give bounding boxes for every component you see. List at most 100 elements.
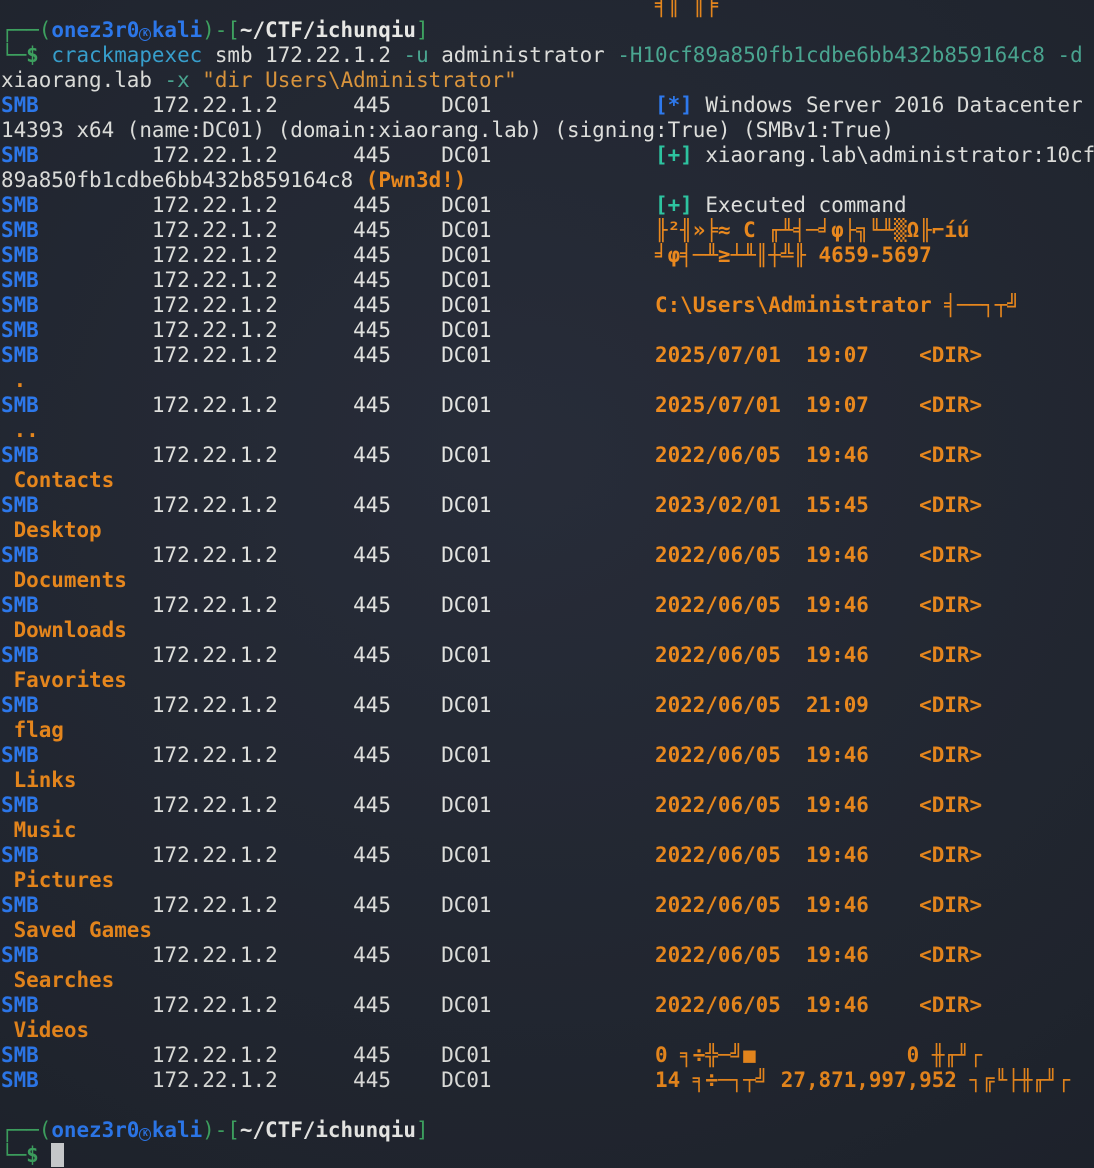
text-segment: .. <box>1 418 39 442</box>
text-segment: 172.22.1.2 445 DC01 <box>39 218 655 242</box>
text-segment: 172.22.1.2 445 DC01 <box>39 443 655 467</box>
protocol-label: SMB <box>1 93 39 117</box>
terminal-line: SMB 172.22.1.2 445 DC01 2025/07/01 19:07… <box>1 343 1094 368</box>
text-segment: Searches <box>1 968 114 992</box>
terminal-line: SMB 172.22.1.2 445 DC01 <box>1 268 1094 293</box>
text-segment: -H10cf89a850fb1cdbe6bb432b859164c8 <box>617 43 1045 67</box>
terminal-line: SMB 172.22.1.2 445 DC01 2022/06/05 21:09… <box>1 693 1094 718</box>
text-segment: 172.22.1.2 445 DC01 <box>39 318 655 342</box>
protocol-label: SMB <box>1 293 39 317</box>
terminal-window[interactable]: ╡║ ║╞┌──(onez3r0Kkali)-[~/CTF/ichunqiu]└… <box>0 0 1094 1168</box>
terminal-cursor <box>51 1143 64 1167</box>
text-segment: Favorites <box>1 668 127 692</box>
terminal-line: 14393 x64 (name:DC01) (domain:xiaorang.l… <box>1 118 1094 143</box>
protocol-label: SMB <box>1 143 39 167</box>
text-segment: C:\Users\Administrator ╡──┐┬╝ <box>655 293 1020 317</box>
terminal-line: Music <box>1 818 1094 843</box>
text-segment: xiaorang.lab\administrator:10cf <box>693 143 1094 167</box>
text-segment: 172.22.1.2 445 DC01 <box>39 243 655 267</box>
text-segment: └─ <box>1 1143 26 1167</box>
protocol-label: SMB <box>1 318 39 342</box>
protocol-label: SMB <box>1 793 39 817</box>
terminal-line: SMB 172.22.1.2 445 DC01 C:\Users\Adminis… <box>1 293 1094 318</box>
protocol-label: SMB <box>1 843 39 867</box>
protocol-label: SMB <box>1 643 39 667</box>
text-segment: 172.22.1.2 445 DC01 <box>39 1068 655 1092</box>
text-segment: 172.22.1.2 445 DC01 <box>39 543 655 567</box>
prompt-input-line: └─$ <box>1 1143 1094 1168</box>
text-segment: Contacts <box>1 468 114 492</box>
protocol-label: SMB <box>1 493 39 517</box>
text-segment: ╡║ ║╞ <box>655 0 718 17</box>
terminal-line: Searches <box>1 968 1094 993</box>
text-segment: $ <box>26 1143 39 1167</box>
text-segment: ╛φ╡─╨≥┴╨║┼╩╟ 4659-5697 <box>655 243 932 267</box>
terminal-line: Videos <box>1 1018 1094 1043</box>
terminal-line: SMB 172.22.1.2 445 DC01 [*] Windows Serv… <box>1 93 1094 118</box>
text-segment: Windows Server 2016 Datacenter <box>693 93 1083 117</box>
text-segment: 2023/02/01 15:45 <DIR> <box>655 493 982 517</box>
text-segment: Music <box>1 818 76 842</box>
text-segment: xiaorang.lab <box>1 68 165 92</box>
text-segment: 172.22.1.2 445 DC01 <box>39 843 655 867</box>
protocol-label: SMB <box>1 393 39 417</box>
text-segment: flag <box>1 718 64 742</box>
text-segment: ┌──( <box>1 18 51 42</box>
text-segment: 172.22.1.2 445 DC01 <box>39 593 655 617</box>
text-segment: 2022/06/05 19:46 <DIR> <box>655 743 982 767</box>
terminal-line: SMB 172.22.1.2 445 DC01 [+] Executed com… <box>1 193 1094 218</box>
protocol-label: SMB <box>1 1068 39 1092</box>
text-segment: 172.22.1.2 445 DC01 <box>39 93 655 117</box>
terminal-line: Pictures <box>1 868 1094 893</box>
terminal-line: flag <box>1 718 1094 743</box>
text-segment: Videos <box>1 1018 89 1042</box>
terminal-line: SMB 172.22.1.2 445 DC01 2023/02/01 15:45… <box>1 493 1094 518</box>
terminal-line: SMB 172.22.1.2 445 DC01 2022/06/05 19:46… <box>1 643 1094 668</box>
terminal-line: SMB 172.22.1.2 445 DC01 2022/06/05 19:46… <box>1 843 1094 868</box>
terminal-line: SMB 172.22.1.2 445 DC01 2022/06/05 19:46… <box>1 893 1094 918</box>
text-segment: 172.22.1.2 445 DC01 <box>39 793 655 817</box>
text-segment: (Pwn3d!) <box>366 168 467 192</box>
terminal-line: Desktop <box>1 518 1094 543</box>
text-segment: 2022/06/05 19:46 <DIR> <box>655 793 982 817</box>
protocol-label: SMB <box>1 693 39 717</box>
text-segment: -d <box>1058 43 1083 67</box>
terminal-line: Documents <box>1 568 1094 593</box>
text-segment: ┌──( <box>1 1118 51 1142</box>
text-segment: 2025/07/01 19:07 <DIR> <box>655 393 982 417</box>
terminal-line: Saved Games <box>1 918 1094 943</box>
protocol-label: SMB <box>1 243 39 267</box>
terminal-line: SMB 172.22.1.2 445 DC01 2022/06/05 19:46… <box>1 743 1094 768</box>
prompt-line: ┌──(onez3r0Kkali)-[~/CTF/ichunqiu] <box>1 1118 1094 1143</box>
text-segment: 172.22.1.2 445 DC01 <box>39 143 655 167</box>
text-segment: └─ <box>1 43 26 67</box>
terminal-line: ╡║ ║╞ <box>1 0 1094 18</box>
text-segment: ] <box>416 18 429 42</box>
terminal-line: SMB 172.22.1.2 445 DC01 2022/06/05 19:46… <box>1 993 1094 1018</box>
protocol-label: SMB <box>1 943 39 967</box>
text-segment: 172.22.1.2 445 DC01 <box>39 393 655 417</box>
text-segment <box>190 68 203 92</box>
terminal-line: SMB 172.22.1.2 445 DC01 2022/06/05 19:46… <box>1 943 1094 968</box>
terminal-line: . <box>1 368 1094 393</box>
text-segment: 172.22.1.2 445 DC01 <box>39 268 655 292</box>
terminal-line: Downloads <box>1 618 1094 643</box>
text-segment: administrator <box>429 43 618 67</box>
text-segment: [+] <box>655 193 693 217</box>
terminal-line: Favorites <box>1 668 1094 693</box>
protocol-label: SMB <box>1 218 39 242</box>
terminal-line: SMB 172.22.1.2 445 DC01 2025/07/01 19:07… <box>1 393 1094 418</box>
text-segment: $ <box>26 43 39 67</box>
text-segment: 14393 x64 (name:DC01) (domain:xiaorang.l… <box>1 118 894 142</box>
terminal-line: SMB 172.22.1.2 445 DC01 14 ╕÷─┐┬╝ 27,871… <box>1 1068 1094 1093</box>
terminal-screen: ╡║ ║╞┌──(onez3r0Kkali)-[~/CTF/ichunqiu]└… <box>1 0 1094 1168</box>
text-segment: crackmapexec <box>51 43 202 67</box>
text-segment: Documents <box>1 568 127 592</box>
text-segment: 172.22.1.2 445 DC01 <box>39 193 655 217</box>
text-segment: . <box>1 368 26 392</box>
protocol-label: SMB <box>1 593 39 617</box>
terminal-line: SMB 172.22.1.2 445 DC01 2022/06/05 19:46… <box>1 543 1094 568</box>
text-segment: 172.22.1.2 445 DC01 <box>39 1043 655 1067</box>
terminal-line: SMB 172.22.1.2 445 DC01 0 ╕÷╬─╝■ 0 ╫╓╜┌ <box>1 1043 1094 1068</box>
text-segment: 2022/06/05 19:46 <DIR> <box>655 593 982 617</box>
